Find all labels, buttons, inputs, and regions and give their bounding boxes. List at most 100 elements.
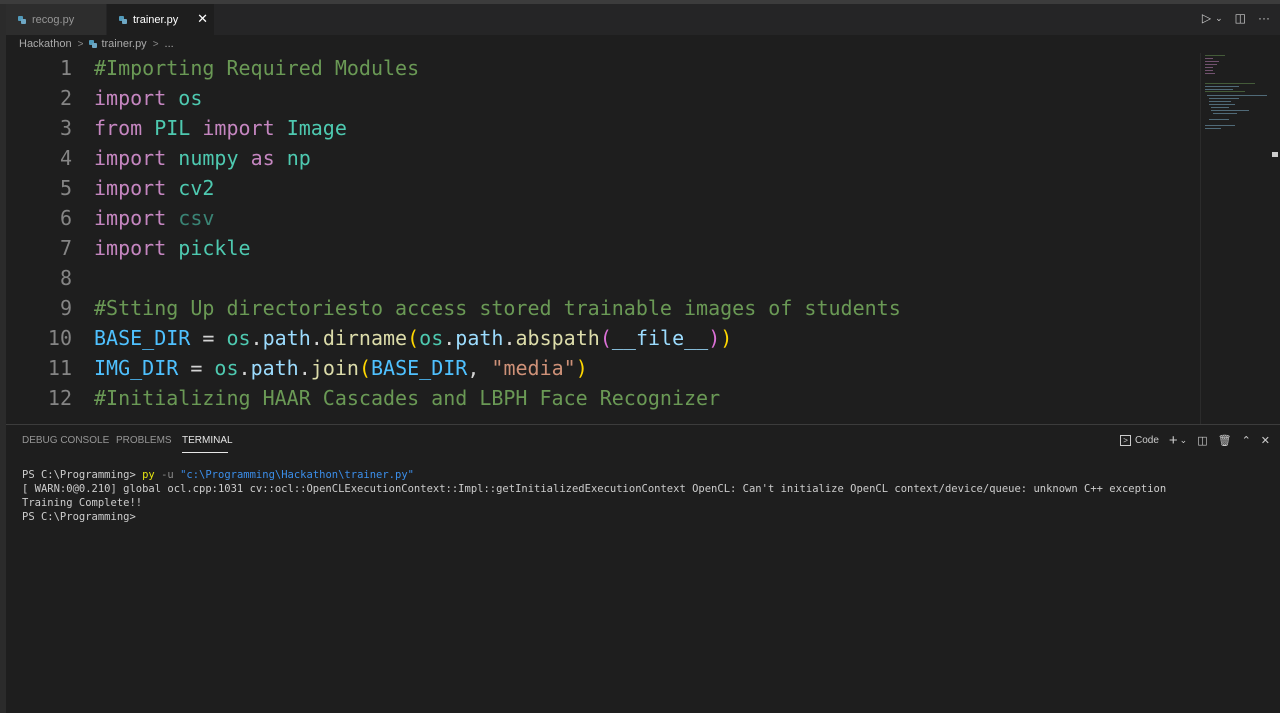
code-token: = (190, 326, 227, 350)
code-line[interactable]: 5 import cv2 (6, 173, 214, 203)
code-token: as (250, 146, 275, 170)
code-token: path (250, 356, 299, 380)
code-token: PIL (154, 116, 191, 140)
code-line[interactable]: 1 #Importing Required Modules (6, 53, 419, 83)
line-number: 4 (59, 146, 72, 170)
terminal-profile[interactable]: Code (1135, 435, 1159, 446)
tab-recog-py[interactable]: recog.py (6, 4, 106, 35)
code-token: dirname (322, 326, 408, 350)
close-icon[interactable]: ✕ (1261, 434, 1270, 447)
chevron-down-icon[interactable]: ⌄ (1215, 13, 1223, 24)
prompt: PS C:\Programming> (22, 511, 136, 523)
code-token: = (178, 356, 215, 380)
breadcrumb-file[interactable]: trainer.py (101, 38, 146, 50)
code-line[interactable]: 3 from PIL import Image (6, 113, 347, 143)
plus-icon[interactable]: + (1169, 432, 1178, 449)
code-token: import (94, 176, 167, 200)
line-number: 12 (47, 386, 72, 410)
play-icon[interactable]: ▷ (1202, 11, 1211, 25)
code-token: . (298, 356, 311, 380)
close-icon[interactable]: ✕ (197, 11, 208, 27)
code-token: import (202, 116, 275, 140)
code-token: #Stting Up directoriesto access stored t… (94, 296, 901, 320)
code-token: ( (599, 326, 612, 350)
tab-terminal[interactable]: TERMINAL (182, 435, 233, 446)
line-number: 7 (59, 236, 72, 260)
line-number: 6 (59, 206, 72, 230)
code-line[interactable]: 8 (6, 263, 94, 293)
code-token: ) (575, 356, 588, 380)
editor-scrollbar[interactable] (1270, 53, 1280, 424)
code-editor[interactable]: 1 #Importing Required Modules 2 import os 3 f… (6, 53, 1200, 424)
code-line[interactable]: 2 import os (6, 83, 202, 113)
code-token: ( (407, 326, 420, 350)
code-token: . (238, 356, 251, 380)
code-text: IMG_DIR = os.path.join(BASE_DIR, "media"… (94, 356, 588, 380)
code-token: os (419, 326, 444, 350)
panel-actions: > Code + ⌄ ◫ 🗑 ⌃ ✕ (1120, 432, 1270, 449)
code-token: ) (720, 326, 733, 350)
code-text: import pickle (94, 236, 251, 260)
code-token: from (94, 116, 143, 140)
code-line[interactable]: 4 import numpy as np (6, 143, 311, 173)
tab-label: trainer.py (133, 13, 179, 26)
chevron-right-icon: > (77, 38, 84, 50)
breadcrumb: Hackathon > trainer.py > ... (19, 36, 174, 52)
code-token: os (226, 326, 251, 350)
code-line[interactable]: 9 #Stting Up directoriesto access stored … (6, 293, 901, 323)
code-token: os (178, 86, 203, 110)
chevron-down-icon[interactable]: ⌄ (1180, 435, 1188, 446)
code-text: import numpy as np (94, 146, 311, 170)
code-token: np (286, 146, 311, 170)
code-token: "media" (491, 356, 576, 380)
breadcrumb-folder[interactable]: Hackathon (19, 38, 72, 50)
breadcrumb-more[interactable]: ... (165, 38, 174, 50)
split-terminal-icon[interactable]: ◫ (1197, 434, 1207, 447)
code-text: import csv (94, 206, 214, 230)
line-number: 3 (59, 116, 72, 140)
scrollbar-thumb[interactable] (1272, 152, 1278, 157)
tab-trainer-py[interactable]: trainer.py ✕ (107, 4, 214, 35)
terminal-icon: > (1120, 435, 1131, 446)
code-token: Image (286, 116, 347, 140)
code-line[interactable]: 12 #Initializing HAAR Cascades and LBPH F… (6, 383, 720, 413)
code-line[interactable]: 7 import pickle (6, 233, 251, 263)
line-number: 11 (47, 356, 72, 380)
code-text: #Stting Up directoriesto access stored t… (94, 296, 901, 320)
code-line[interactable]: 11 IMG_DIR = os.path.join(BASE_DIR, "medi… (6, 353, 588, 383)
code-line[interactable]: 6 import csv (6, 203, 214, 233)
python-file-icon (89, 40, 98, 48)
code-token: . (503, 326, 516, 350)
editor-tab-bar: recog.py trainer.py ✕ ▷ ⌄ ◫ ··· (6, 4, 1280, 35)
code-text: #Importing Required Modules (94, 56, 419, 80)
terminal-output[interactable]: PS C:\Programming> py -u "c:\Programming… (22, 468, 1166, 524)
command: py (142, 469, 155, 481)
tab-debug-console[interactable]: DEBUG CONSOLE (22, 435, 109, 446)
python-file-icon (18, 15, 26, 24)
active-tab-indicator (182, 452, 228, 453)
code-token: , (467, 356, 492, 380)
prompt: PS C:\Programming> (22, 469, 143, 481)
code-token: ( (358, 356, 371, 380)
code-token: #Initializing HAAR Cascades and LBPH Fac… (94, 386, 721, 410)
line-number: 2 (59, 86, 72, 110)
minimap-preview (1205, 55, 1267, 129)
code-token: import (94, 146, 167, 170)
code-token: numpy (178, 146, 239, 170)
code-text: import cv2 (94, 176, 214, 200)
code-line[interactable]: 10 BASE_DIR = os.path.dirname(os.path.abs… (6, 323, 732, 353)
code-token: os (214, 356, 239, 380)
tab-problems[interactable]: PROBLEMS (116, 435, 172, 446)
split-editor-icon[interactable]: ◫ (1235, 11, 1246, 25)
ellipsis-icon[interactable]: ··· (1258, 11, 1270, 25)
trash-icon[interactable]: 🗑 (1218, 434, 1232, 447)
minimap[interactable] (1200, 53, 1270, 424)
chevron-up-icon[interactable]: ⌃ (1242, 434, 1251, 447)
line-number: 10 (47, 326, 72, 350)
tab-label: recog.py (32, 13, 75, 26)
